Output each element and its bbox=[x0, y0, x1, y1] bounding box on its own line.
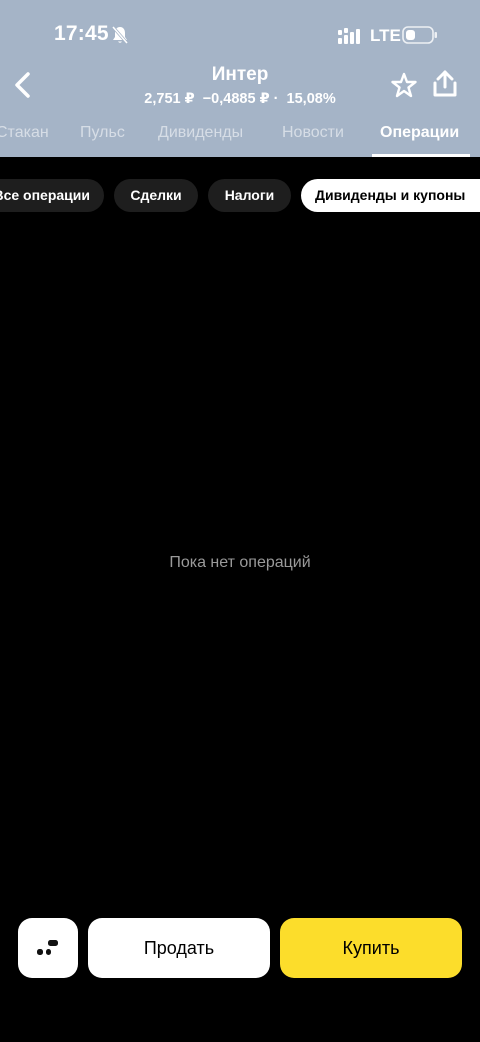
tab-pulse[interactable]: Пульс bbox=[80, 124, 125, 142]
menu-icon bbox=[37, 940, 58, 955]
filter-taxes[interactable]: Налоги bbox=[208, 179, 291, 212]
tab-operations[interactable]: Операции bbox=[380, 124, 459, 142]
network-label: LTE bbox=[370, 26, 401, 45]
filter-dividends-coupons[interactable]: Дивиденды и купоны bbox=[301, 179, 480, 212]
battery-icon bbox=[402, 26, 437, 44]
bell-muted-icon bbox=[111, 26, 129, 44]
chevron-left-icon[interactable] bbox=[10, 70, 36, 100]
nav-bar: Интер 2,751 ₽ −0,4885 ₽ · 15,08% bbox=[0, 58, 480, 116]
filter-trades[interactable]: Сделки bbox=[114, 179, 198, 212]
separator: · bbox=[273, 91, 279, 107]
filter-label: Дивиденды и купоны bbox=[315, 187, 466, 203]
price-change: −0,4885 ₽ bbox=[202, 91, 270, 107]
header: 17:45 LTE Интер 2,751 ₽ −0,4885 ₽ · 15,0… bbox=[0, 0, 480, 157]
buy-button[interactable]: Купить bbox=[280, 918, 462, 978]
price: 2,751 ₽ bbox=[144, 91, 195, 107]
instrument-quote: 2,751 ₽ −0,4885 ₽ · 15,08% bbox=[100, 88, 380, 110]
star-icon[interactable] bbox=[391, 72, 417, 98]
filter-chips: Все операции Сделки Налоги Дивиденды и к… bbox=[0, 179, 480, 212]
change-percent: 15,08% bbox=[286, 91, 336, 107]
tab-dividends[interactable]: Дивиденды bbox=[158, 124, 243, 142]
filter-all-operations[interactable]: Все операции bbox=[0, 179, 104, 212]
tab-news[interactable]: Новости bbox=[282, 124, 344, 142]
share-icon[interactable] bbox=[432, 70, 458, 98]
filter-label: Все операции bbox=[0, 187, 90, 203]
tab-orderbook[interactable]: Стакан bbox=[0, 124, 49, 142]
sell-button[interactable]: Продать bbox=[88, 918, 270, 978]
active-tab-indicator bbox=[372, 154, 470, 157]
signal-icon bbox=[338, 28, 360, 44]
action-bar: Продать Купить bbox=[0, 917, 480, 979]
status-time: 17:45 bbox=[54, 22, 109, 45]
tab-bar: Стакан Пульс Дивиденды Новости Операции bbox=[0, 116, 480, 157]
screen: 17:45 LTE Интер 2,751 ₽ −0,4885 ₽ · 15,0… bbox=[0, 0, 480, 1042]
empty-state-message: Пока нет операций bbox=[169, 554, 311, 571]
instrument-title: Интер 2,751 ₽ −0,4885 ₽ · 15,08% bbox=[100, 64, 380, 110]
instrument-name: Интер bbox=[211, 64, 269, 85]
menu-button[interactable] bbox=[18, 918, 78, 978]
